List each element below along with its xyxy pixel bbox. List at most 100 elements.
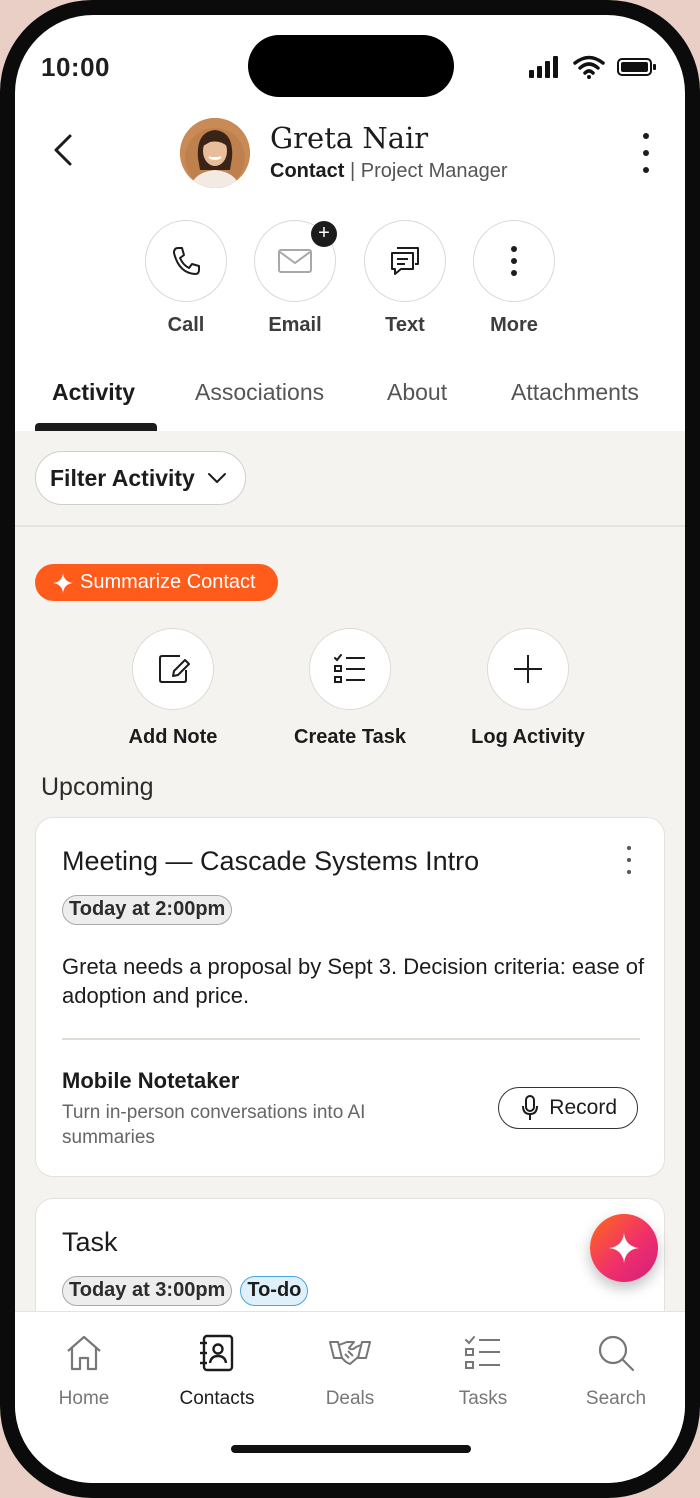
record-button[interactable]: Record [498, 1087, 638, 1129]
back-button[interactable] [43, 125, 83, 175]
subtitle-separator: | [350, 160, 356, 182]
text-circle[interactable] [364, 220, 446, 302]
log-activity-button[interactable]: Log Activity [443, 628, 613, 749]
dot [643, 167, 649, 173]
nav-search[interactable]: Search [561, 1330, 671, 1410]
nav-tasks-icon-wrap [428, 1330, 538, 1376]
plus-icon [514, 655, 542, 683]
active-tab-indicator [35, 423, 157, 431]
more-button[interactable]: More [472, 220, 556, 337]
meeting-description: Greta needs a proposal by Sept 3. Decisi… [62, 954, 645, 1008]
phone-icon [173, 247, 200, 275]
email-circle[interactable]: + [254, 220, 337, 302]
more-vertical-icon [511, 246, 517, 276]
call-button[interactable]: Call [144, 220, 228, 337]
nav-deals[interactable]: Deals [295, 1330, 405, 1410]
tab-attachments[interactable]: Attachments [511, 379, 639, 406]
create-task-circle[interactable] [309, 628, 391, 710]
nav-home[interactable]: Home [29, 1330, 139, 1410]
nav-search-label: Search [585, 1388, 647, 1409]
create-task-label: Create Task [294, 726, 406, 748]
search-icon [598, 1335, 635, 1372]
text-label: Text [385, 314, 425, 336]
summarize-label: Summarize Contact [80, 571, 256, 593]
microphone-icon [522, 1095, 539, 1120]
avatar [180, 118, 250, 188]
task-title: Task [62, 1227, 118, 1257]
dot [627, 870, 631, 874]
nav-contacts-icon-wrap [162, 1330, 272, 1376]
notetaker-title: Mobile Notetaker [62, 1068, 240, 1093]
nav-home-icon-wrap [29, 1330, 139, 1376]
task-time-chip: Today at 3:00pm [62, 1276, 233, 1306]
avatar-portrait-icon [180, 118, 250, 188]
upcoming-heading: Upcoming [41, 773, 154, 801]
meeting-more-button[interactable] [624, 846, 634, 874]
record-label: Record [549, 1096, 617, 1119]
filter-activity-button[interactable]: Filter Activity [35, 451, 246, 505]
card-divider [62, 1038, 640, 1040]
dot [643, 150, 649, 156]
task-card[interactable]: Task Today at 3:00pm To-do [35, 1198, 665, 1311]
chevron-left-icon [54, 134, 72, 166]
call-circle[interactable] [145, 220, 227, 302]
add-email-badge[interactable]: + [311, 221, 337, 247]
tab-associations[interactable]: Associations [195, 379, 324, 406]
nav-deals-icon-wrap [295, 1330, 405, 1376]
contact-name: Greta Nair [270, 121, 429, 155]
tasks-icon [465, 1336, 500, 1369]
more-circle[interactable] [473, 220, 555, 302]
chevron-down-icon [207, 473, 226, 483]
battery-icon [617, 58, 656, 76]
screen: 10:00 Greta Nair Contact | Project Manag… [15, 15, 685, 1483]
ai-assistant-fab[interactable] [590, 1214, 658, 1282]
log-activity-circle[interactable] [487, 628, 569, 710]
more-label: More [490, 314, 538, 336]
contacts-icon [200, 1334, 234, 1372]
checklist-icon [334, 654, 365, 683]
add-note-button[interactable]: Add Note [88, 628, 258, 749]
add-note-label: Add Note [128, 726, 218, 748]
dot [627, 858, 631, 862]
sparkle-icon [53, 572, 73, 593]
tab-about[interactable]: About [387, 379, 447, 406]
notetaker-description: Turn in-person conversations into AI sum… [62, 1102, 366, 1148]
handshake-icon [329, 1341, 371, 1365]
phone-frame: 10:00 Greta Nair Contact | Project Manag… [0, 0, 700, 1498]
dynamic-island [248, 35, 454, 97]
nav-tasks[interactable]: Tasks [428, 1330, 538, 1410]
task-chips: Today at 3:00pm To-do [62, 1276, 309, 1306]
text-button[interactable]: Text [363, 220, 447, 337]
tab-activity[interactable]: Activity [52, 379, 135, 406]
bottom-navigation: Home Contacts Deals Tasks Search [15, 1311, 685, 1483]
nav-search-icon-wrap [561, 1330, 671, 1376]
status-icons [529, 55, 657, 79]
contact-title: Project Manager [360, 160, 508, 182]
home-icon [67, 1335, 101, 1371]
sparkle-icon [609, 1233, 639, 1263]
create-task-button[interactable]: Create Task [265, 628, 435, 749]
contact-type: Contact [270, 160, 345, 182]
nav-contacts[interactable]: Contacts [162, 1330, 272, 1410]
filter-label: Filter Activity [50, 464, 195, 491]
meeting-card[interactable]: Meeting — Cascade Systems Intro Today at… [35, 817, 665, 1177]
meeting-chips: Today at 2:00pm [62, 895, 233, 925]
signal-icon [529, 56, 558, 78]
nav-tasks-label: Tasks [458, 1388, 508, 1409]
wifi-icon [573, 55, 605, 79]
summarize-contact-button[interactable]: Summarize Contact [35, 564, 278, 601]
nav-deals-label: Deals [325, 1388, 375, 1409]
header-more-button[interactable] [631, 131, 661, 175]
meeting-time-chip: Today at 2:00pm [62, 895, 233, 925]
dot [643, 133, 649, 139]
add-note-circle[interactable] [132, 628, 214, 710]
activity-feed[interactable]: Filter Activity Summarize Contact Add No… [15, 431, 685, 1311]
nav-contacts-label: Contacts [179, 1388, 255, 1409]
chat-icon [391, 247, 419, 275]
log-activity-label: Log Activity [471, 726, 585, 748]
meeting-title: Meeting — Cascade Systems Intro [62, 846, 480, 876]
home-indicator[interactable] [231, 1445, 471, 1453]
email-button[interactable]: + Email [253, 220, 337, 337]
divider [15, 525, 685, 527]
call-label: Call [167, 314, 205, 336]
